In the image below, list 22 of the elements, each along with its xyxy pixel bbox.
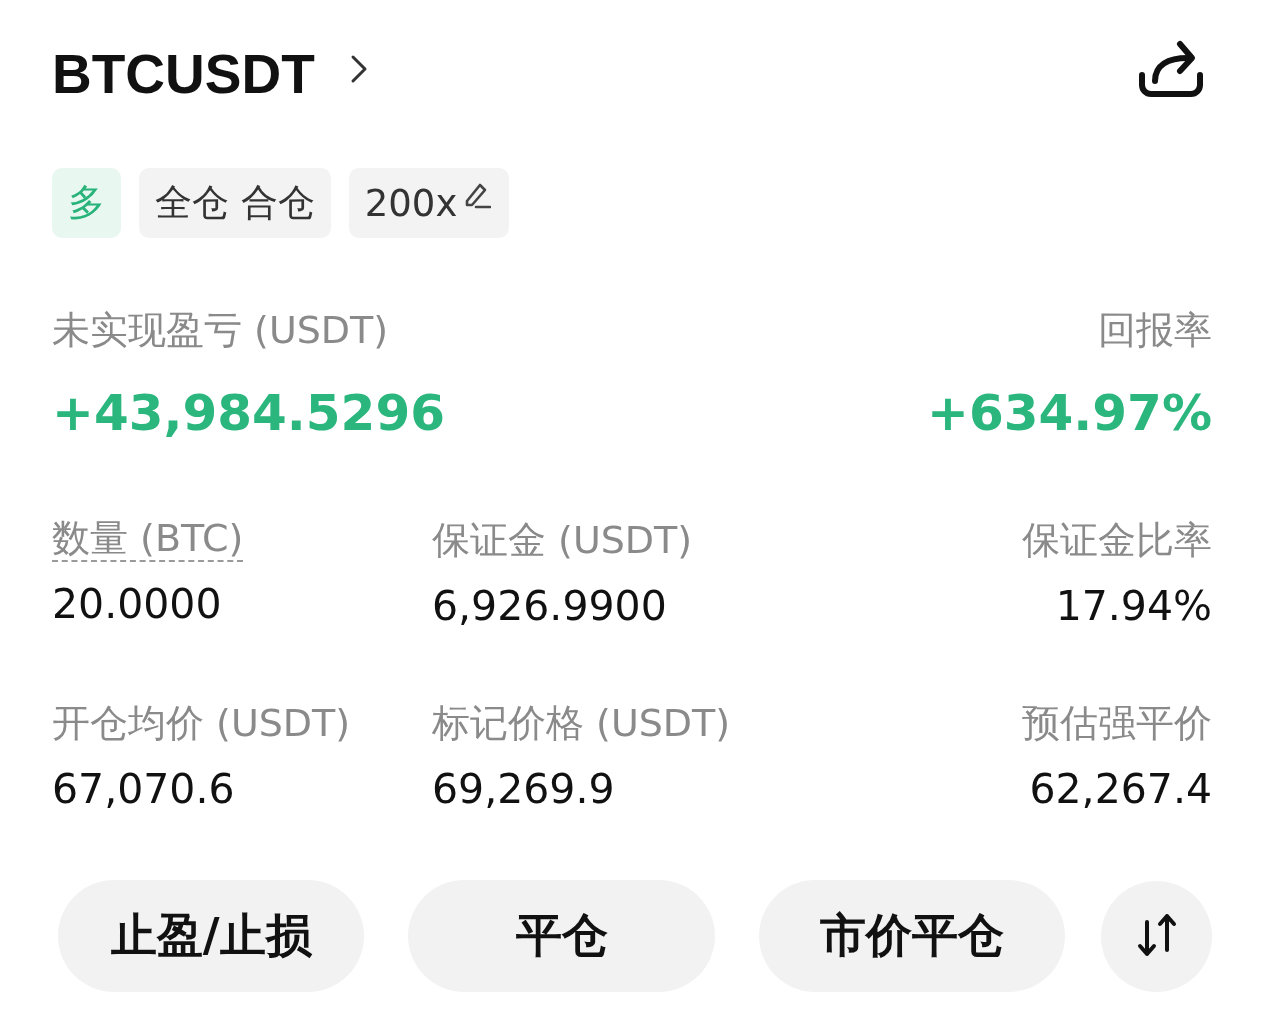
- action-button[interactable]: 平仓: [408, 880, 715, 992]
- leverage-button[interactable]: 200x: [348, 168, 510, 238]
- stat-value: 6,926.9900: [432, 581, 667, 632]
- stat-label: 标记价格 (USDT): [432, 700, 731, 747]
- stat-label: 保证金比率: [1022, 517, 1212, 564]
- stat-value: 17.94%: [1055, 581, 1212, 632]
- action-button[interactable]: 止盈/止损: [58, 880, 365, 992]
- pnl-value: +43,984.5296: [52, 383, 445, 444]
- stat-label: 保证金 (USDT): [432, 517, 693, 564]
- symbol-title[interactable]: BTCUSDT: [52, 42, 315, 106]
- pnl-label: 未实现盈亏 (USDT): [52, 307, 389, 354]
- side-tag: 多: [52, 168, 121, 238]
- stat-label: 开仓均价 (USDT): [52, 700, 351, 747]
- stat-value: 62,267.4: [1029, 764, 1212, 815]
- stat-label: 预估强平价: [1022, 700, 1212, 747]
- stat-value: 67,070.6: [52, 764, 235, 815]
- margin-mode-tag: 全仓 合仓: [139, 168, 331, 238]
- roe-value: +634.97%: [927, 383, 1212, 444]
- roe-label: 回报率: [1098, 307, 1212, 354]
- stat-value: 69,269.9: [432, 764, 615, 815]
- stat-value: 20.0000: [52, 579, 222, 630]
- action-button[interactable]: 市价平仓: [758, 880, 1066, 992]
